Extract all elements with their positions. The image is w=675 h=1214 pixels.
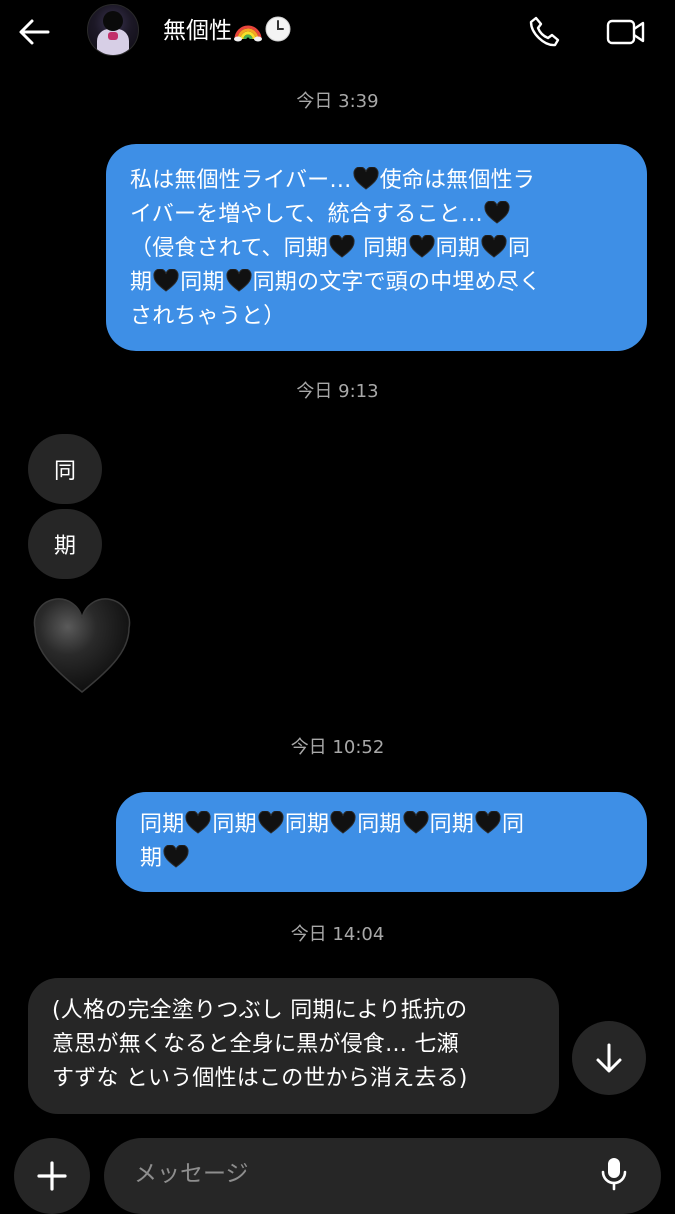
- video-call-button[interactable]: [604, 12, 648, 52]
- black-heart-icon: [475, 811, 501, 834]
- black-heart-icon: [481, 235, 507, 258]
- sent-message[interactable]: 同期 同期 同期 同期 同期同 期: [116, 792, 647, 892]
- black-heart-icon: [484, 201, 510, 224]
- phone-icon: [529, 16, 560, 47]
- timestamp: 今日 3:39: [296, 91, 379, 112]
- black-heart-icon: [330, 811, 356, 834]
- received-message[interactable]: 期: [28, 509, 102, 579]
- scroll-to-bottom-button[interactable]: [572, 1021, 646, 1095]
- black-heart-icon: [329, 235, 355, 258]
- message-line: 期同期 同期の文字で頭の中埋め尽く: [130, 269, 542, 295]
- black-heart-icon: [163, 845, 189, 868]
- message-line: されちゃうと）: [130, 304, 286, 329]
- microphone-icon: [601, 1158, 627, 1191]
- arrow-left-icon: [19, 19, 50, 45]
- contact-name[interactable]: 無個性: [163, 16, 292, 46]
- contact-name-text: 無個性: [163, 18, 232, 44]
- message-input[interactable]: [134, 1156, 574, 1192]
- black-heart-icon: [226, 269, 252, 292]
- plus-icon: [37, 1161, 67, 1191]
- message-line: (人格の完全塗りつぶし 同期により抵抗の: [52, 998, 468, 1023]
- black-heart-icon: [409, 235, 435, 258]
- black-heart-icon: [185, 811, 211, 834]
- add-attachment-button[interactable]: [14, 1138, 90, 1214]
- message-line: 同期 同期 同期 同期 同期同: [140, 811, 525, 837]
- received-message[interactable]: 同: [28, 434, 102, 504]
- timestamp: 今日 10:52: [290, 737, 385, 758]
- message-line: 期: [140, 842, 623, 876]
- arrow-down-icon: [596, 1043, 622, 1073]
- black-heart-icon: [153, 269, 179, 292]
- black-heart-icon: [353, 167, 379, 190]
- message-line: イバーを増やして、統合すること…: [130, 198, 623, 232]
- message-line: （侵食されて、同期 同期 同期同: [130, 235, 531, 261]
- timestamp: 今日 14:04: [290, 924, 385, 945]
- black-heart-icon: [258, 811, 284, 834]
- message-line: すずな という個性はこの世から消え去る): [52, 1066, 468, 1091]
- message-composer: [104, 1138, 661, 1214]
- black-heart-icon: [403, 811, 429, 834]
- message-line: 私は無個性ライバー… 使命は無個性ラ: [130, 167, 535, 193]
- video-camera-icon: [606, 19, 645, 45]
- avatar[interactable]: [87, 4, 139, 56]
- clock-emoji: [265, 16, 291, 41]
- back-button[interactable]: [14, 12, 54, 52]
- rainbow-emoji: [234, 25, 262, 41]
- message-line: 意思が無くなると全身に黒が侵食… 七瀬: [52, 1032, 459, 1057]
- chat-header: 無個性: [0, 0, 675, 64]
- sent-message[interactable]: 私は無個性ライバー… 使命は無個性ラ イバーを増やして、統合すること… （侵食され…: [106, 144, 647, 351]
- timestamp: 今日 9:13: [296, 381, 379, 402]
- voice-message-button[interactable]: [594, 1154, 634, 1194]
- call-button[interactable]: [524, 12, 564, 52]
- received-message[interactable]: (人格の完全塗りつぶし 同期により抵抗の 意思が無くなると全身に黒が侵食… 七瀬…: [28, 978, 559, 1114]
- black-heart-emoji[interactable]: [32, 598, 132, 696]
